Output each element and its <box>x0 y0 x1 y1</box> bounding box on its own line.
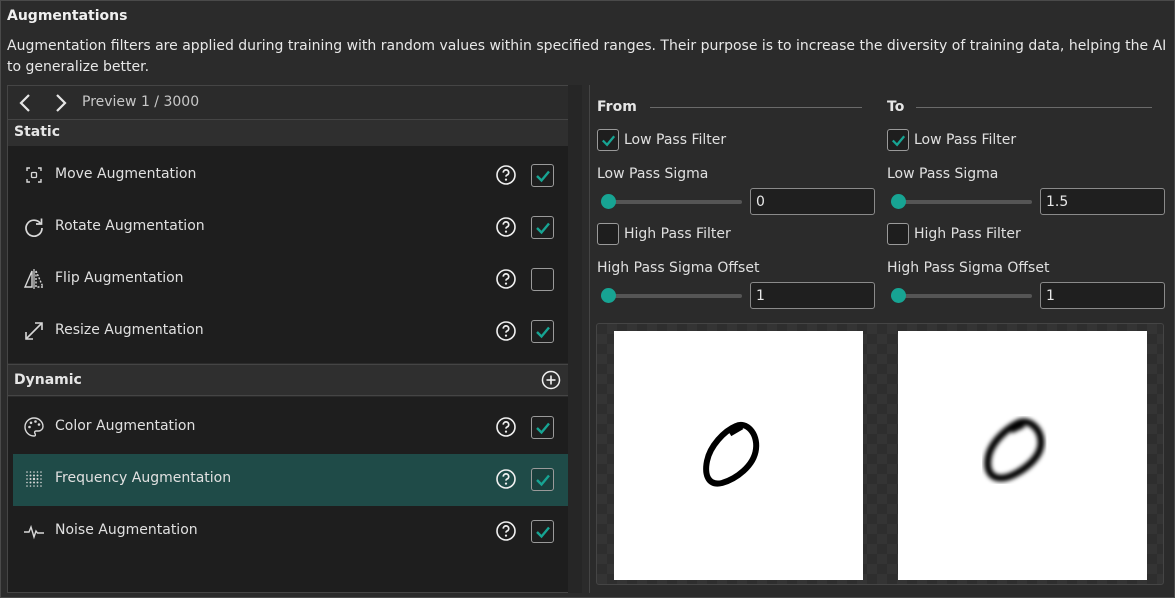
help-icon[interactable] <box>495 520 517 542</box>
dynamic-section-header: Dynamic <box>8 364 574 396</box>
enable-checkbox[interactable] <box>531 320 554 343</box>
slider-knob[interactable] <box>601 194 616 209</box>
augmentation-list-panel: Preview 1 / 3000 Static Move Augmentatio… <box>7 85 575 593</box>
item-label: Color Augmentation <box>55 418 196 434</box>
divider <box>916 107 1152 108</box>
to-heading: To <box>887 99 905 115</box>
list-item-frequency-augmentation[interactable]: Frequency Augmentation <box>13 454 568 506</box>
preview-image-to <box>898 331 1147 580</box>
prev-preview-button[interactable] <box>15 92 37 114</box>
enable-checkbox[interactable] <box>531 520 554 543</box>
add-augmentation-button[interactable] <box>541 370 561 390</box>
item-label: Resize Augmentation <box>55 322 204 338</box>
help-icon[interactable] <box>495 320 517 342</box>
chevron-right-icon <box>56 94 67 112</box>
from-low-pass-sigma-slider[interactable] <box>597 194 742 210</box>
augmentation-preview-area <box>596 323 1164 585</box>
slider-track <box>891 200 1032 204</box>
slider-knob[interactable] <box>891 194 906 209</box>
slider-track <box>601 200 742 204</box>
static-section-label: Static <box>14 124 61 140</box>
chevron-left-icon <box>19 94 30 112</box>
flip-icon <box>23 268 45 290</box>
to-high-pass-offset-input[interactable] <box>1040 282 1165 309</box>
palette-icon <box>23 416 45 438</box>
static-section-header: Static <box>8 120 574 146</box>
to-high-pass-offset-slider[interactable] <box>887 288 1032 304</box>
noise-icon <box>23 520 45 542</box>
item-label: Move Augmentation <box>55 166 197 182</box>
from-heading: From <box>597 99 637 115</box>
to-high-pass-offset-label: High Pass Sigma Offset <box>887 260 1050 276</box>
from-low-pass-sigma-label: Low Pass Sigma <box>597 166 709 182</box>
checkbox[interactable] <box>887 129 909 151</box>
help-icon[interactable] <box>495 164 517 186</box>
frequency-settings-panel: From Low Pass Filter Low Pass Sigma High… <box>589 85 1171 593</box>
help-icon[interactable] <box>495 216 517 238</box>
panel-title: Augmentations <box>7 8 128 24</box>
scrollbar[interactable] <box>568 85 582 593</box>
enable-checkbox[interactable] <box>531 164 554 187</box>
help-icon[interactable] <box>495 268 517 290</box>
slider-track <box>601 294 742 298</box>
help-icon[interactable] <box>495 468 517 490</box>
to-low-pass-sigma-input[interactable] <box>1040 188 1165 215</box>
list-item-rotate-augmentation[interactable]: Rotate Augmentation <box>13 202 568 254</box>
list-item-resize-augmentation[interactable]: Resize Augmentation <box>13 306 568 358</box>
checkbox-label: Low Pass Filter <box>914 132 1017 148</box>
item-label: Rotate Augmentation <box>55 218 205 234</box>
from-column: From Low Pass Filter Low Pass Sigma High… <box>590 85 875 319</box>
item-label: Flip Augmentation <box>55 270 184 286</box>
to-low-pass-sigma-label: Low Pass Sigma <box>887 166 999 182</box>
dynamic-augmentation-list: Color Augmentation Frequency Augmentatio… <box>8 397 574 592</box>
resize-icon <box>23 320 45 342</box>
add-circle-icon <box>541 370 561 390</box>
move-icon <box>23 164 45 186</box>
slider-track <box>891 294 1032 298</box>
to-low-pass-sigma-slider[interactable] <box>887 194 1032 210</box>
to-column: To Low Pass Filter Low Pass Sigma High P… <box>880 85 1165 319</box>
from-high-pass-offset-input[interactable] <box>750 282 875 309</box>
rotate-icon <box>23 216 45 238</box>
enable-checkbox[interactable] <box>531 416 554 439</box>
list-item-noise-augmentation[interactable]: Noise Augmentation <box>13 506 568 558</box>
checkbox-label: High Pass Filter <box>914 226 1021 242</box>
item-label: Frequency Augmentation <box>55 470 232 486</box>
list-item-move-augmentation[interactable]: Move Augmentation <box>13 150 568 202</box>
checkbox-label: Low Pass Filter <box>624 132 727 148</box>
checkbox[interactable] <box>597 129 619 151</box>
from-low-pass-sigma-input[interactable] <box>750 188 875 215</box>
from-high-pass-offset-label: High Pass Sigma Offset <box>597 260 760 276</box>
preview-counter: Preview 1 / 3000 <box>82 94 200 110</box>
static-augmentation-list: Move Augmentation Rotate Augmentation Fl… <box>8 146 574 363</box>
slider-knob[interactable] <box>601 288 616 303</box>
enable-checkbox[interactable] <box>531 268 554 291</box>
dynamic-section-label: Dynamic <box>14 372 82 388</box>
preview-nav: Preview 1 / 3000 <box>8 86 574 120</box>
next-preview-button[interactable] <box>49 92 71 114</box>
enable-checkbox[interactable] <box>531 468 554 491</box>
divider <box>650 107 862 108</box>
checkbox[interactable] <box>597 223 619 245</box>
checkbox-label: High Pass Filter <box>624 226 731 242</box>
slider-knob[interactable] <box>891 288 906 303</box>
list-item-color-augmentation[interactable]: Color Augmentation <box>13 402 568 454</box>
help-icon[interactable] <box>495 416 517 438</box>
checkbox[interactable] <box>887 223 909 245</box>
enable-checkbox[interactable] <box>531 216 554 239</box>
panel-description: Augmentation filters are applied during … <box>7 38 1167 75</box>
frequency-icon <box>23 468 45 490</box>
from-high-pass-offset-slider[interactable] <box>597 288 742 304</box>
preview-image-from <box>614 331 863 580</box>
augmentations-panel: Augmentations Augmentation filters are a… <box>0 0 1175 598</box>
list-item-flip-augmentation[interactable]: Flip Augmentation <box>13 254 568 306</box>
item-label: Noise Augmentation <box>55 522 198 538</box>
